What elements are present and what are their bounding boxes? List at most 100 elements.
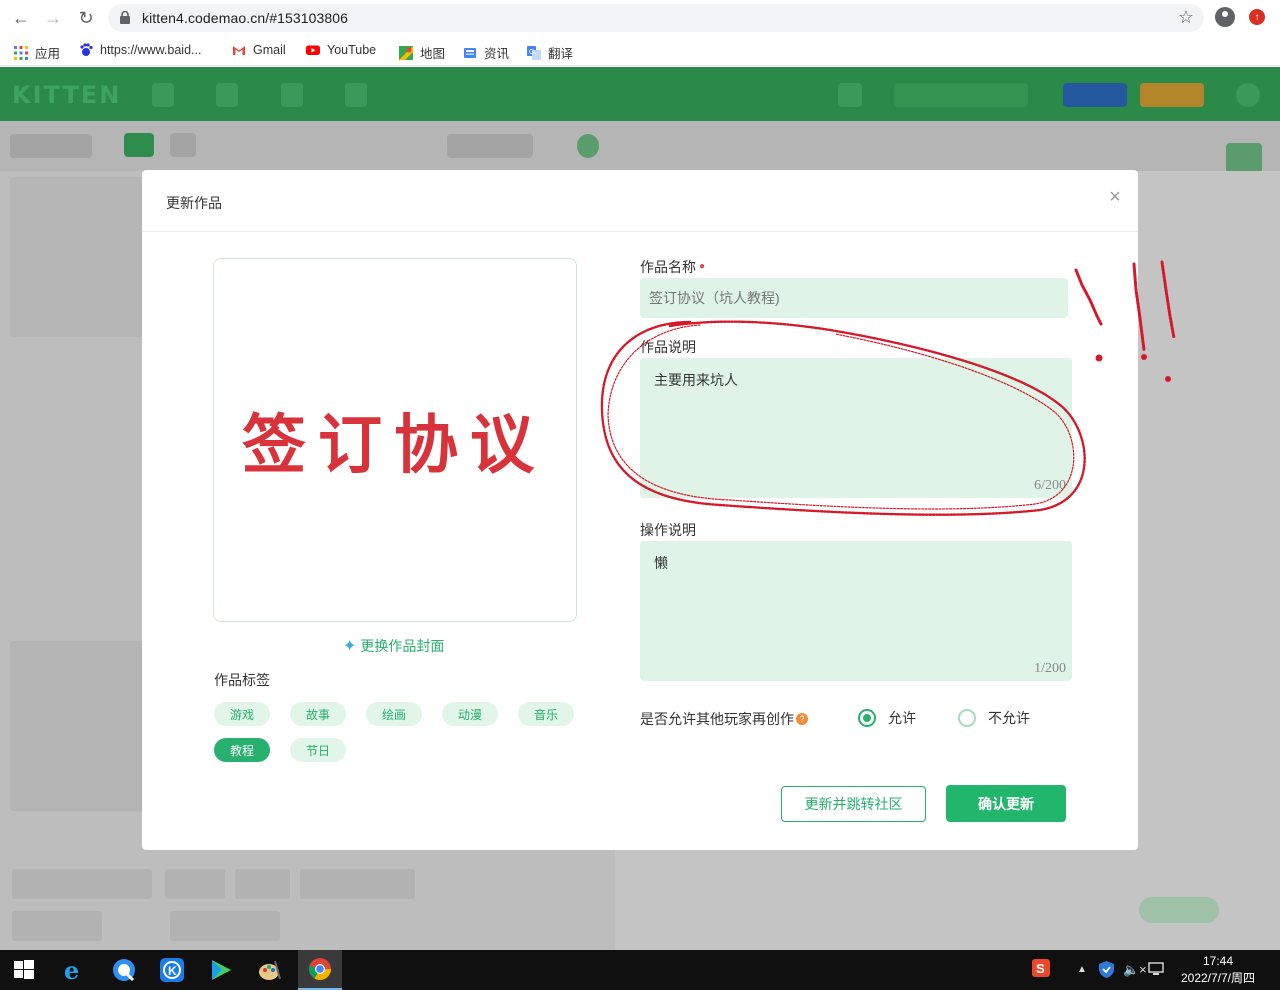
address-bar[interactable]: kitten4.codemao.cn/#153103806 ☆ bbox=[108, 4, 1204, 32]
security-shield-icon[interactable] bbox=[1099, 961, 1114, 981]
close-icon[interactable]: × bbox=[1107, 187, 1123, 207]
back-icon[interactable]: ← bbox=[9, 6, 33, 30]
bookmark-baidu[interactable]: https://www.baid... bbox=[79, 43, 201, 57]
work-name-input[interactable] bbox=[640, 278, 1068, 318]
cover-image-text: 签订协议 bbox=[242, 408, 546, 483]
header-menu-icon bbox=[216, 83, 238, 107]
description-textarea[interactable]: 主要用来坑人 6/200 bbox=[640, 358, 1072, 498]
instructions-counter: 1/200 bbox=[1034, 661, 1066, 676]
header-menu-icon bbox=[152, 83, 174, 107]
chrome-update-icon[interactable]: ↑ bbox=[1249, 9, 1265, 25]
remix-label-text: 是否允许其他玩家再创作 bbox=[640, 711, 794, 727]
bookmark-star-icon[interactable]: ☆ bbox=[1178, 7, 1194, 28]
instructions-textarea[interactable]: 懒 1/200 bbox=[640, 541, 1072, 681]
paint-app-icon[interactable] bbox=[248, 950, 292, 990]
change-cover-button[interactable]: ✦ 更换作品封面 bbox=[343, 636, 444, 656]
qq-browser-icon[interactable] bbox=[102, 950, 146, 990]
dialog-header: 更新作品 × bbox=[142, 170, 1138, 232]
help-icon[interactable]: ? bbox=[796, 713, 808, 725]
bookmark-maps[interactable]: 地图 bbox=[399, 43, 445, 62]
app-subheader bbox=[0, 121, 1280, 179]
tag-drawing[interactable]: 绘画 bbox=[366, 702, 422, 726]
system-clock[interactable]: 17:44 2022/7/7/周四 bbox=[1180, 953, 1256, 987]
video-player-icon[interactable] bbox=[199, 950, 243, 990]
instructions-value: 懒 bbox=[654, 555, 668, 571]
svg-text:G: G bbox=[529, 49, 534, 56]
header-avatar bbox=[1236, 83, 1260, 107]
radio-allow[interactable]: 允许 bbox=[858, 708, 916, 728]
bg-block bbox=[12, 869, 152, 899]
cover-image: 签订协议 bbox=[234, 388, 554, 492]
bg-block bbox=[300, 869, 415, 899]
header-user-icon bbox=[838, 83, 862, 107]
bookmark-label: 应用 bbox=[35, 47, 61, 61]
subheader-block bbox=[447, 134, 533, 158]
reload-icon[interactable]: ↻ bbox=[74, 6, 98, 30]
header-menu-icon bbox=[345, 83, 367, 107]
radio-unchecked-icon bbox=[958, 709, 976, 727]
bookmark-label: 翻译 bbox=[548, 47, 574, 61]
bookmark-news[interactable]: 资讯 bbox=[463, 43, 509, 62]
tag-anime[interactable]: 动漫 bbox=[442, 702, 498, 726]
network-icon[interactable] bbox=[1148, 962, 1164, 979]
forward-icon[interactable]: → bbox=[41, 6, 65, 30]
chrome-app-icon[interactable] bbox=[298, 950, 342, 990]
header-orange-button bbox=[1140, 83, 1204, 107]
tag-game[interactable]: 游戏 bbox=[214, 702, 270, 726]
browser-toolbar: ← → ↻ kitten4.codemao.cn/#153103806 ☆ ↑ bbox=[0, 0, 1280, 36]
svg-text:K: K bbox=[168, 964, 177, 978]
bookmark-youtube[interactable]: YouTube bbox=[306, 43, 376, 57]
remix-label: 是否允许其他玩家再创作 ? bbox=[640, 709, 808, 729]
windows-start-icon[interactable] bbox=[2, 950, 46, 990]
tag-story[interactable]: 故事 bbox=[290, 702, 346, 726]
bookmark-translate[interactable]: G 翻译 bbox=[527, 43, 573, 62]
change-cover-label: 更换作品封面 bbox=[360, 638, 445, 654]
bg-block bbox=[12, 911, 102, 941]
description-value: 主要用来坑人 bbox=[654, 372, 738, 388]
url-text: kitten4.codemao.cn/#153103806 bbox=[142, 10, 349, 26]
tag-festival[interactable]: 节日 bbox=[290, 738, 346, 762]
tag-tutorial[interactable]: 教程 bbox=[214, 738, 270, 762]
header-blue-button bbox=[1063, 83, 1127, 107]
taskbar: e K S ▲ 🔈× 17:44 2022/7/7/周四 bbox=[0, 950, 1280, 990]
volume-muted-icon[interactable]: 🔈× bbox=[1123, 962, 1147, 978]
dialog-title: 更新作品 bbox=[166, 195, 222, 211]
news-icon bbox=[464, 47, 476, 58]
kugou-music-icon[interactable]: K bbox=[150, 950, 194, 990]
lock-icon bbox=[120, 11, 130, 24]
svg-text:e: e bbox=[64, 957, 79, 983]
confirm-update-button[interactable]: 确认更新 bbox=[946, 785, 1066, 822]
subheader-block bbox=[124, 133, 154, 157]
radio-disallow[interactable]: 不允许 bbox=[958, 708, 1030, 728]
clock-date: 2022/7/7/周四 bbox=[1180, 971, 1256, 985]
translate-icon: G bbox=[527, 45, 541, 60]
radio-allow-label: 允许 bbox=[888, 710, 916, 726]
app-header: KITTEN bbox=[0, 67, 1280, 121]
profile-icon[interactable] bbox=[1215, 7, 1235, 27]
clock-time: 17:44 bbox=[1202, 954, 1234, 968]
radio-disallow-label: 不允许 bbox=[988, 710, 1030, 726]
tray-expand-icon[interactable]: ▲ bbox=[1077, 964, 1087, 975]
bookmarks-bar: 应用 https://www.baid... Gmail YouTube 地图 … bbox=[0, 36, 1280, 66]
bookmark-gmail[interactable]: Gmail bbox=[232, 43, 286, 57]
update-and-go-community-button[interactable]: 更新并跳转社区 bbox=[781, 786, 926, 822]
bookmark-apps[interactable]: 应用 bbox=[14, 43, 60, 62]
bookmark-label: 资讯 bbox=[484, 47, 510, 61]
youtube-icon bbox=[306, 45, 320, 55]
sparkle-icon: ✦ bbox=[343, 638, 357, 655]
subheader-block bbox=[577, 134, 599, 158]
description-label: 作品说明 bbox=[640, 339, 696, 355]
tag-music[interactable]: 音乐 bbox=[518, 702, 574, 726]
subheader-block bbox=[170, 133, 196, 157]
sogou-input-icon[interactable]: S bbox=[1032, 959, 1050, 980]
bookmark-label: https://www.baid... bbox=[100, 43, 202, 57]
bookmark-label: Gmail bbox=[253, 43, 286, 57]
app-logo: KITTEN bbox=[12, 81, 122, 109]
update-work-dialog: 更新作品 × 签订协议 ✦ 更换作品封面 作品标签 游戏 故事 绘画 动漫 音乐… bbox=[142, 170, 1138, 850]
svg-text:S: S bbox=[1036, 961, 1045, 976]
bg-block bbox=[1139, 897, 1219, 923]
ie-browser-icon[interactable]: e bbox=[52, 950, 96, 990]
cover-preview[interactable]: 签订协议 bbox=[213, 258, 577, 622]
header-menu-icon bbox=[281, 83, 303, 107]
maps-icon bbox=[399, 45, 413, 60]
